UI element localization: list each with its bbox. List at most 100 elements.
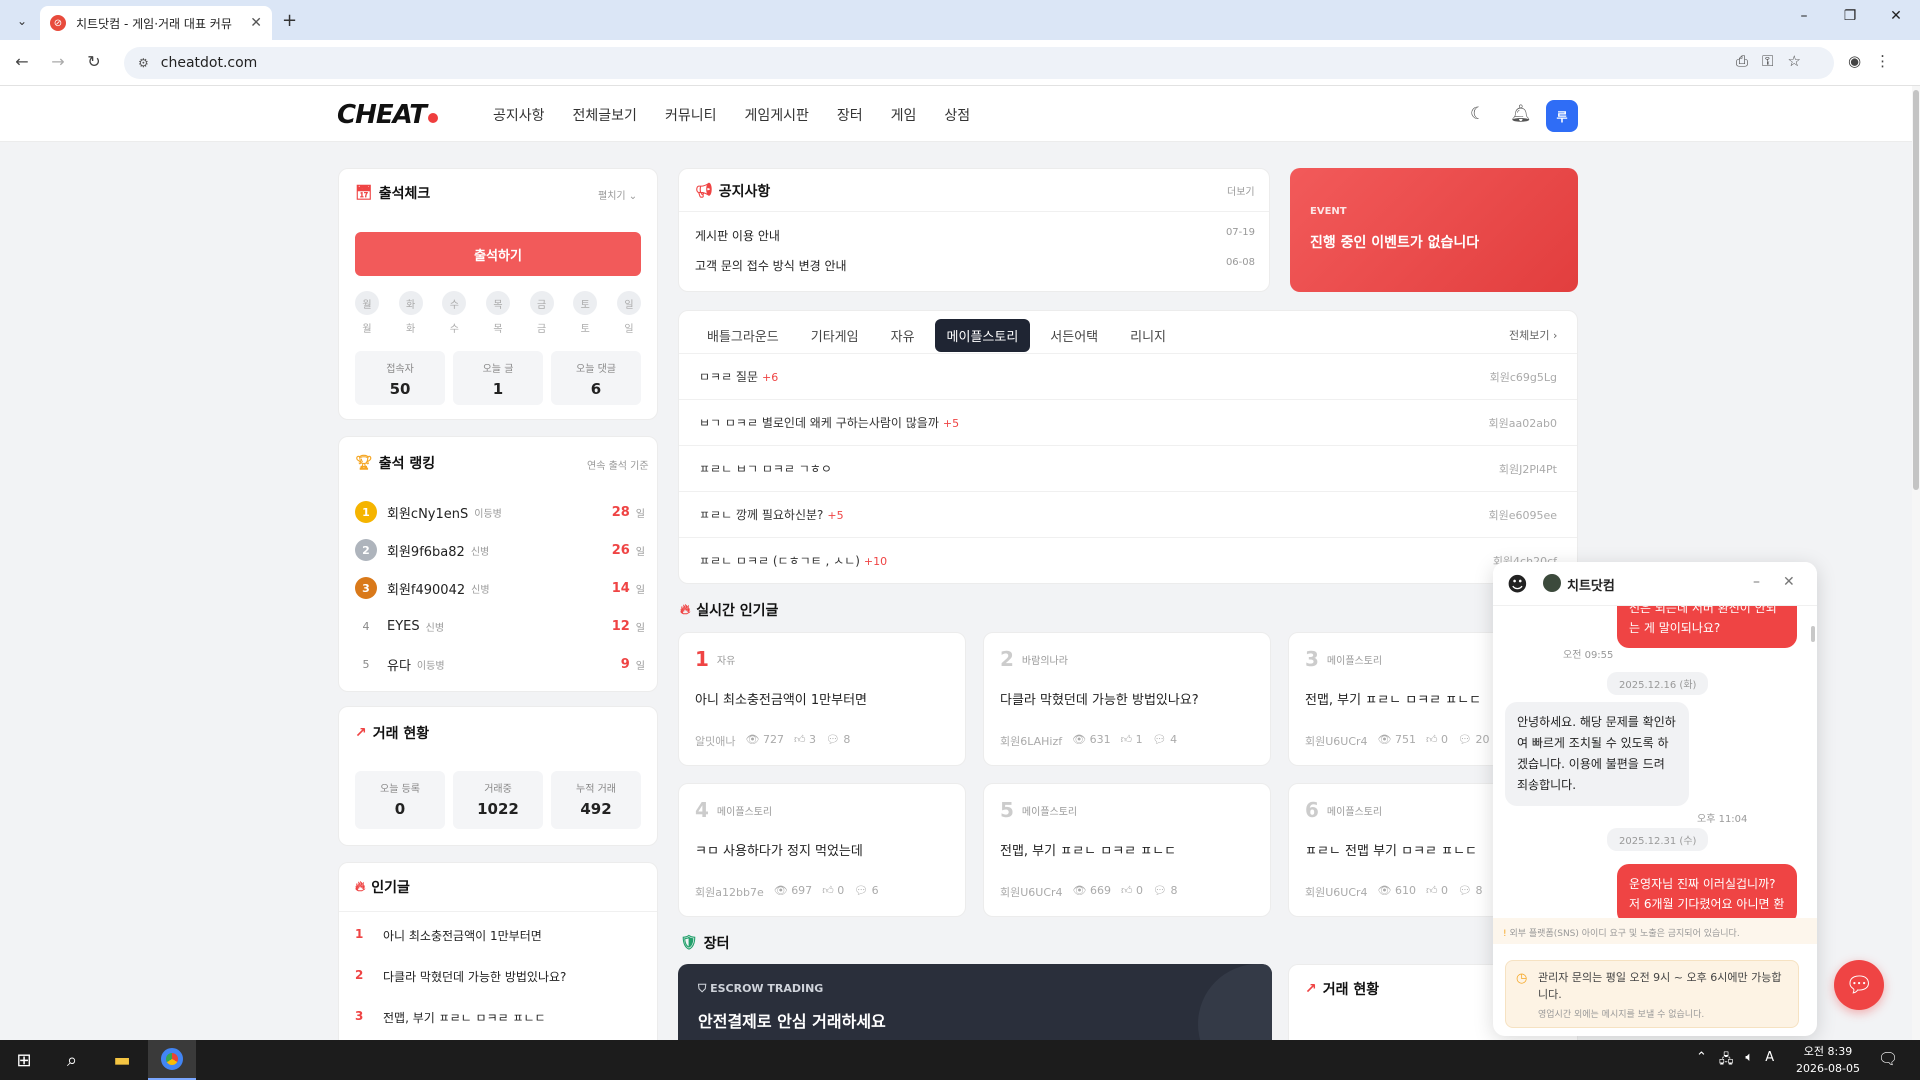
escrow-label: ⛉ ESCROW TRADING (698, 982, 824, 995)
chat-message-them: 안녕하세요. 해당 문제를 확인하여 빠르게 조치될 수 있도록 하겠습니다. … (1505, 702, 1689, 806)
attendance-card: 📅︎ 출석체크 펼치기 ⌄ 출석하기 월월 화화 수수 목목 금금 토토 일일 … (338, 168, 658, 420)
ranking-row[interactable]: 2 회원9f6ba82 신병 26 일 (355, 531, 645, 569)
back-icon[interactable]: ← (10, 52, 34, 71)
nav-game[interactable]: 게임 (891, 105, 917, 125)
popular-item[interactable]: 2 다클라 막혔던데 가능한 방법있나요? (355, 968, 645, 1009)
install-app-icon[interactable]: ⎙ (1736, 52, 1748, 70)
fire-icon: 🔥︎ (355, 879, 366, 895)
tab-battleground[interactable]: 배틀그라운드 (695, 319, 791, 352)
ranking-list: 1 회원cNy1enS 이등병 28 일 2 회원9f6ba82 신병 26 일 3 회… (355, 493, 645, 683)
chat-time: 오후 11:04 (1697, 814, 1748, 825)
attendance-expand-toggle[interactable]: 펼치기 ⌄ (598, 187, 637, 202)
ranking-row[interactable]: 3 회원f490042 신병 14 일 (355, 569, 645, 607)
dark-mode-moon-icon[interactable]: ☾ (1470, 104, 1485, 124)
chat-logo-icon (1543, 574, 1561, 592)
system-tray: ⌃ 🖧︎ 🔈︎ A (1696, 1050, 1774, 1072)
nav-community[interactable]: 커뮤니티 (665, 105, 717, 125)
password-key-icon[interactable]: ⚿ (1762, 52, 1773, 70)
notice-item[interactable]: 게시판 이용 안내 07-19 (695, 227, 1255, 257)
megaphone-icon: 📢︎ (695, 183, 713, 199)
tab-maplestory[interactable]: 메이플스토리 (934, 319, 1031, 352)
notice-more-link[interactable]: 더보기 (1227, 183, 1255, 198)
trend-up-icon: ↗ (1305, 981, 1317, 997)
chat-scrollbar[interactable] (1811, 626, 1815, 642)
chat-close-icon[interactable]: ✕ (1783, 574, 1795, 590)
tab-lineage[interactable]: 리니지 (1118, 319, 1178, 352)
realtime-card[interactable]: 2 바람의나라 다클라 막혔던데 가능한 방법있나요? 회원6LAHizf 👁︎ 6… (983, 632, 1271, 766)
board-post-row[interactable]: ㅍㄹㄴ ㅂㄱ ㅁㅋㄹ ㄱㅎㅇ 회원J2Pl4Pt (679, 445, 1577, 491)
board-view-all-link[interactable]: 전체보기 › (1509, 327, 1557, 343)
omnibox[interactable]: ⚙ cheatdot.com (124, 47, 1834, 79)
stat-today-posts: 오늘 글1 (453, 351, 543, 405)
realtime-card[interactable]: 1 자유 아니 최소충전금액이 1만부터면 알밋애나 👁︎ 727 👍︎ 3 💬︎ 8 (678, 632, 966, 766)
file-explorer-icon[interactable]: ▬ (98, 1040, 146, 1080)
notice-item[interactable]: 고객 문의 접수 방식 변경 안내 06-08 (695, 257, 1255, 287)
board-post-row[interactable]: ㅍㄹㄴ 깡께 필요하신분? +5 회원e6095ee (679, 491, 1577, 537)
nav-game-board[interactable]: 게임게시판 (744, 105, 808, 125)
popular-item[interactable]: 1 아니 최소충전금액이 1만부터면 (355, 927, 645, 968)
nav-notice[interactable]: 공지사항 (493, 105, 545, 125)
taskbar-clock[interactable]: 오전 8:39 2026-08-05 (1788, 1043, 1868, 1077)
event-label: EVENT (1310, 206, 1347, 217)
event-text: 진행 중인 이벤트가 없습니다 (1310, 235, 1480, 251)
market-title: 🛡︎ 장터 (680, 935, 730, 952)
board-post-row[interactable]: ㅂㄱ ㅁㅋㄹ 별로인데 왜케 구하는사람이 많을까 +5 회원aa02ab0 (679, 399, 1577, 445)
ime-indicator[interactable]: A (1765, 1050, 1774, 1072)
ranking-row[interactable]: 1 회원cNy1enS 이등병 28 일 (355, 493, 645, 531)
site-info-icon[interactable]: ⚙ (138, 56, 149, 70)
ranking-row[interactable]: 5 유다 이등병 9일 (355, 645, 646, 683)
page-scrollbar[interactable] (1912, 86, 1920, 1040)
notification-center-icon[interactable]: 🗨︎ (1878, 1049, 1898, 1068)
notification-bell-icon[interactable]: 🔔︎ (1510, 104, 1532, 124)
tray-overflow-icon[interactable]: ⌃ (1696, 1050, 1707, 1072)
board-post-list: ㅁㅋㄹ 질문 +6 회원c69g5Lg ㅂㄱ ㅁㅋㄹ 별로인데 왜케 구하는사람이 … (679, 353, 1577, 583)
tab-search-icon[interactable]: ⌄ (12, 11, 32, 31)
window-close-icon[interactable]: ✕ (1886, 8, 1906, 24)
tab-sudden-attack[interactable]: 서든어택 (1038, 319, 1110, 352)
check-in-button[interactable]: 출석하기 (355, 232, 641, 276)
restore-icon[interactable]: ❐ (1840, 8, 1860, 24)
tab-other-games[interactable]: 기타게임 (799, 319, 871, 352)
chat-launcher-button[interactable]: 💬︎ (1834, 960, 1884, 1010)
bookmark-star-icon[interactable]: ☆ (1787, 52, 1800, 70)
attendance-title: 📅︎ 출석체크 (355, 185, 431, 202)
chat-messages[interactable]: 전은 되는데 서버 환전이 안되는 게 말이되나요? 오전 09:55 2025… (1493, 606, 1817, 946)
ranking-row[interactable]: 4 EYES 신병 12 일 (355, 607, 646, 645)
board-post-row[interactable]: ㅍㄹㄴ ㅁㅋㄹ (ㄷㅎㄱㅌ , ㅅㄴ) +10 회원4ch20cf (679, 537, 1577, 583)
forward-icon[interactable]: → (46, 52, 70, 71)
chrome-icon[interactable] (148, 1040, 196, 1080)
trophy-icon: 🏆︎ (355, 455, 373, 471)
chat-message-me: 운영자님 진짜 이러실겁니까? 저 6개월 기다렸어요 아니면 환 (1617, 864, 1797, 924)
day-sun: 일일 (616, 291, 641, 335)
realtime-card[interactable]: 5 메이플스토리 전맵, 부기 ㅍㄹㄴ ㅁㅋㄹ ㅍㄴㄷ 회원U6UCr4 👁︎ 66… (983, 783, 1271, 917)
chat-time: 오전 09:55 (1563, 650, 1614, 661)
chat-minimize-icon[interactable]: – (1753, 574, 1760, 590)
nav-all-posts[interactable]: 전체글보기 (573, 105, 637, 125)
taskbar-search-icon[interactable]: ⌕ (48, 1040, 96, 1080)
board-post-row[interactable]: ㅁㅋㄹ 질문 +6 회원c69g5Lg (679, 353, 1577, 399)
browser-tab[interactable]: ⊘ 치트닷컴 - 게임·거래 대표 커뮤 ✕ (40, 6, 272, 40)
windows-start-icon[interactable]: ⊞ (0, 1040, 48, 1080)
profile-icon[interactable]: ◉ (1848, 52, 1861, 70)
tab-free[interactable]: 자유 (879, 319, 927, 352)
network-icon[interactable]: 🖧︎ (1719, 1050, 1734, 1072)
new-tab-button[interactable]: + (282, 10, 297, 31)
trade-status-card: ↗ 거래 현황 오늘 등록 0 거래중 1022 누적 거래 492 (338, 706, 658, 846)
notice-card: 📢︎ 공지사항 더보기 게시판 이용 안내 07-19 고객 문의 접수 방식 변… (678, 168, 1270, 292)
escrow-banner[interactable]: ⛉ ESCROW TRADING 안전결제로 안심 거래하세요 (678, 964, 1272, 1040)
mascot-icon: ☻ (1507, 572, 1528, 596)
user-avatar[interactable]: 루 (1546, 100, 1578, 132)
main-nav: 공지사항 전체글보기 커뮤니티 게임게시판 장터 게임 상점 (493, 105, 970, 125)
chat-warning: ! 외부 플랫폼(SNS) 아이디 요구 및 노출은 금지되어 있습니다. (1493, 918, 1817, 944)
browser-menu-icon[interactable]: ⋮ (1875, 52, 1890, 70)
event-banner[interactable]: EVENT 진행 중인 이벤트가 없습니다 (1290, 168, 1578, 292)
tab-close-icon[interactable]: ✕ (250, 15, 262, 31)
volume-icon[interactable]: 🔈︎ (1745, 1050, 1753, 1072)
reload-icon[interactable]: ↻ (82, 52, 106, 71)
site-logo[interactable]: CHEAT (337, 100, 438, 130)
nav-market[interactable]: 장터 (837, 105, 863, 125)
chat-widget: ☻ 치트닷컴 – ✕ 전은 되는데 서버 환전이 안되는 게 말이되나요? 오전… (1493, 562, 1817, 1036)
nav-shop[interactable]: 상점 (944, 105, 970, 125)
realtime-card[interactable]: 4 메이플스토리 ㅋㅁ 사용하다가 정지 먹었는데 회원a12bb7e 👁︎ 697… (678, 783, 966, 917)
minimize-icon[interactable]: – (1794, 8, 1814, 24)
